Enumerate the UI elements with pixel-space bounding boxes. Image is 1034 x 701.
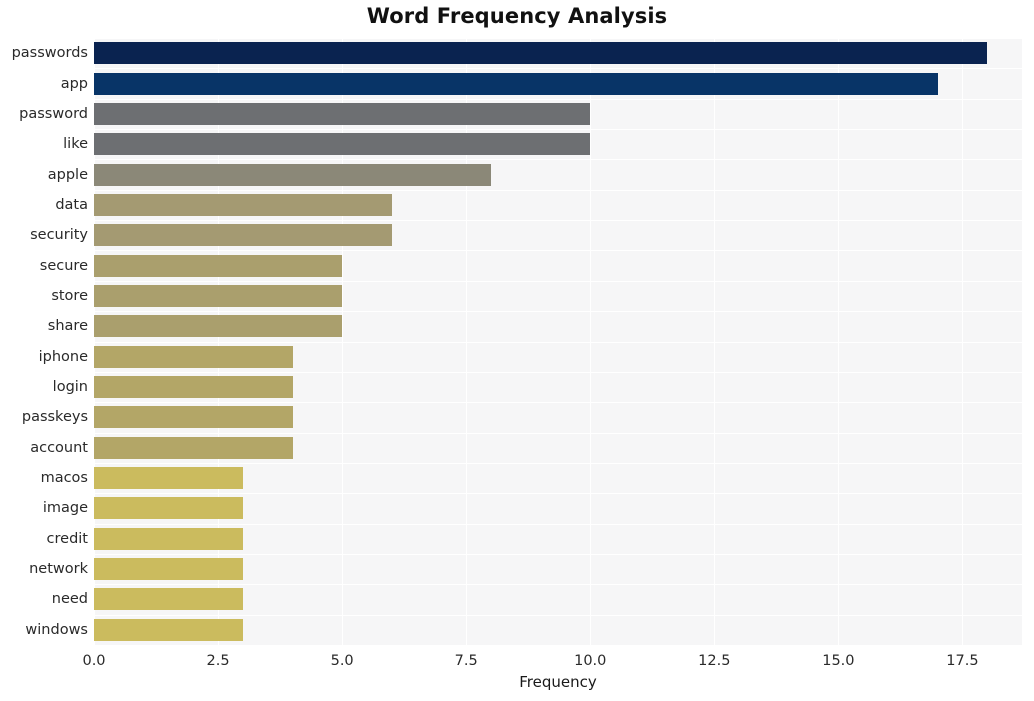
plot-area [94, 38, 1022, 646]
bar [94, 345, 293, 368]
bar [94, 558, 243, 581]
x-tick-label: 0.0 [82, 653, 106, 669]
bar [94, 102, 591, 125]
gridline-horizontal [94, 99, 1022, 100]
x-tick-label: 17.5 [946, 653, 979, 669]
y-tick-label: image [42, 500, 88, 517]
x-tick-label: 15.0 [822, 653, 855, 669]
bar [94, 406, 293, 429]
bar [94, 42, 988, 65]
x-axis-tick-labels: 0.0 2.5 5.0 7.5 10.0 12.5 15.0 17.5 [82, 645, 1022, 675]
bar [94, 224, 392, 247]
y-tick-label: security [30, 227, 88, 244]
y-tick-label: share [47, 318, 88, 335]
bar [94, 497, 243, 520]
bar [94, 284, 343, 307]
bar [94, 588, 243, 611]
gridline-horizontal [94, 190, 1022, 191]
y-tick-label: passwords [11, 45, 88, 62]
gridline-horizontal [94, 493, 1022, 494]
gridline-horizontal [94, 463, 1022, 464]
gridline-horizontal [94, 554, 1022, 555]
y-tick-label: data [55, 196, 88, 213]
x-tick-label: 2.5 [206, 653, 230, 669]
gridline-horizontal [94, 402, 1022, 403]
bar [94, 376, 293, 399]
bar [94, 618, 243, 641]
bar [94, 467, 243, 490]
gridline-horizontal [94, 372, 1022, 373]
bar [94, 193, 392, 216]
x-tick-label: 5.0 [330, 653, 354, 669]
y-tick-label: password [19, 105, 88, 122]
y-tick-label: secure [39, 257, 88, 274]
gridline-horizontal [94, 281, 1022, 282]
gridline-horizontal [94, 250, 1022, 251]
gridline-horizontal [94, 68, 1022, 69]
gridline-horizontal [94, 433, 1022, 434]
x-axis-label: Frequency [519, 673, 597, 691]
y-tick-label: windows [25, 621, 88, 638]
y-tick-label: passkeys [21, 409, 88, 426]
y-tick-label: need [51, 591, 88, 608]
gridline-horizontal [94, 524, 1022, 525]
bar [94, 527, 243, 550]
y-tick-label: login [52, 379, 88, 396]
bar [94, 315, 343, 338]
y-tick-label: iphone [38, 348, 88, 365]
y-tick-label: account [30, 439, 88, 456]
chart-title: Word Frequency Analysis [366, 4, 668, 28]
y-tick-label: like [63, 136, 88, 153]
gridline-horizontal [94, 159, 1022, 160]
bar [94, 436, 293, 459]
bar [94, 72, 938, 95]
x-tick-label: 12.5 [698, 653, 731, 669]
gridline-horizontal [94, 615, 1022, 616]
y-axis-tick-labels: passwords app password like apple data securit… [0, 38, 88, 645]
y-tick-label: macos [40, 470, 88, 487]
gridline-horizontal [94, 342, 1022, 343]
gridline-horizontal [94, 220, 1022, 221]
word-frequency-chart-figure: Word Frequency Analysis passwords app pass… [0, 0, 1034, 701]
bar [94, 133, 591, 156]
x-tick-label: 7.5 [454, 653, 478, 669]
y-tick-label: store [51, 287, 88, 304]
y-tick-label: network [29, 561, 88, 578]
x-tick-label: 10.0 [574, 653, 607, 669]
y-tick-label: credit [46, 530, 88, 547]
y-tick-label: app [60, 75, 88, 92]
y-tick-label: apple [47, 166, 88, 183]
gridline-horizontal [94, 584, 1022, 585]
gridline-horizontal [94, 38, 1022, 39]
gridline-horizontal [94, 311, 1022, 312]
bar [94, 254, 343, 277]
gridline-horizontal [94, 129, 1022, 130]
bar [94, 163, 491, 186]
